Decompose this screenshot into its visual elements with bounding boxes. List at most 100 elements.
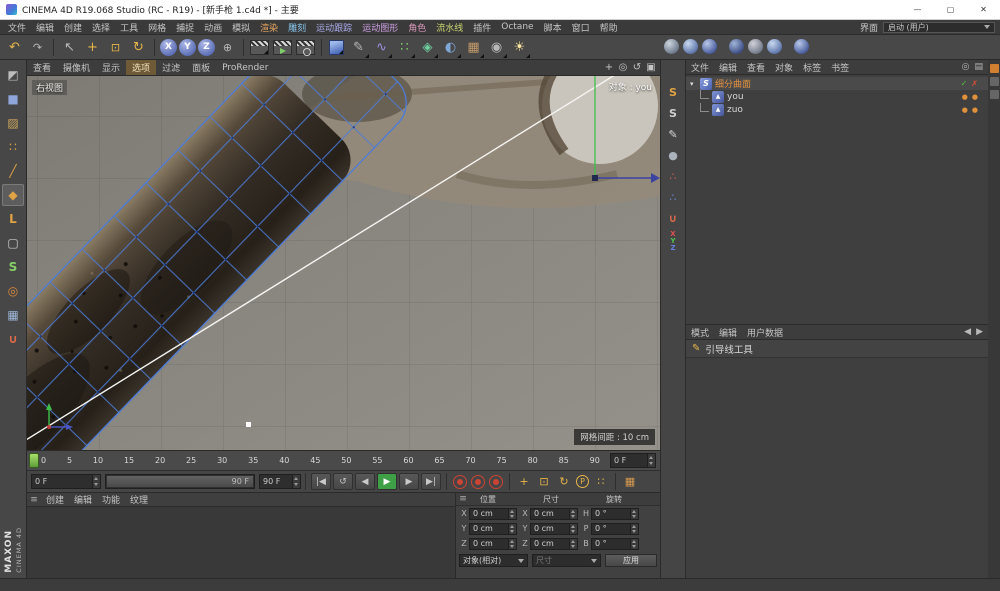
stepper-icon[interactable] <box>631 523 639 535</box>
lock-z-axis-button[interactable]: Z <box>198 39 215 56</box>
axis-lock-xyz-icon[interactable]: X Y Z <box>670 231 675 252</box>
am-menu-userdata[interactable]: 用户数据 <box>742 326 788 339</box>
move-tool-button[interactable]: + <box>82 37 103 58</box>
close-button[interactable]: ✕ <box>967 0 1000 20</box>
spline-pen-button[interactable]: ✎ <box>348 37 369 58</box>
enabled-check-icon[interactable]: ✓ <box>961 79 968 88</box>
visibility-dot-icon[interactable]: ● <box>962 106 968 114</box>
menu-plugins[interactable]: 插件 <box>468 21 496 34</box>
zoom-view-icon[interactable]: ◎ <box>616 62 630 73</box>
stepper-icon[interactable] <box>292 475 300 488</box>
object-row-you[interactable]: ▲ you ● ● <box>686 90 988 103</box>
enable-axis-button[interactable]: L <box>2 208 24 230</box>
goto-start-button[interactable]: |◀ <box>311 473 331 490</box>
object-row-zuo[interactable]: ▲ zuo ● ● <box>686 103 988 116</box>
autokey-button[interactable] <box>471 475 485 489</box>
polygons-mode-button[interactable]: ◆ <box>2 184 24 206</box>
menu-snap[interactable]: 捕捉 <box>171 21 199 34</box>
om-menu-edit[interactable]: 编辑 <box>714 61 742 74</box>
menu-create[interactable]: 创建 <box>59 21 87 34</box>
vp-menu-panel[interactable]: 面板 <box>186 60 216 75</box>
selected-point-handle[interactable] <box>246 422 251 427</box>
vp-menu-camera[interactable]: 摄像机 <box>57 60 96 75</box>
menu-pipeline[interactable]: 流水线 <box>431 21 468 34</box>
goto-end-button[interactable]: ▶| <box>421 473 441 490</box>
frame-range-handle[interactable]: 90 F <box>107 476 253 487</box>
om-menu-file[interactable]: 文件 <box>686 61 714 74</box>
timeline-playhead[interactable] <box>29 453 39 468</box>
om-menu-bookmarks[interactable]: 书签 <box>826 61 854 74</box>
timeline-ticks[interactable]: 0 5 10 15 20 25 30 35 40 45 50 55 60 65 … <box>27 451 610 470</box>
om-menu-view[interactable]: 查看 <box>742 61 770 74</box>
filter-icon[interactable]: ▤ <box>974 62 983 72</box>
stepper-icon[interactable] <box>631 508 639 520</box>
stepper-icon[interactable] <box>509 538 517 550</box>
active-tool-row[interactable]: ✎ 引导线工具 <box>686 340 988 358</box>
sim-sphere-icon[interactable] <box>702 39 717 54</box>
object-name[interactable]: zuo <box>727 105 743 115</box>
floor-button[interactable]: ▦ <box>463 37 484 58</box>
viewport-solo-button[interactable]: ▢ <box>2 232 24 254</box>
visibility-dot-icon[interactable]: ● <box>962 93 968 101</box>
menu-animate[interactable]: 动画 <box>199 21 227 34</box>
make-editable-button[interactable]: ◩ <box>2 64 24 86</box>
menu-tools[interactable]: 工具 <box>115 21 143 34</box>
position-z-field[interactable]: 0 cm <box>469 538 509 550</box>
viewport-3d-scene[interactable] <box>27 76 660 450</box>
viewport-canvas[interactable]: 右视图 对象 : you 网格间距 : 10 cm <box>27 76 660 450</box>
vp-menu-display[interactable]: 显示 <box>96 60 126 75</box>
menu-mesh[interactable]: 网格 <box>143 21 171 34</box>
size-x-field[interactable]: 0 cm <box>530 508 570 520</box>
panel-menu-icon[interactable]: ≡ <box>27 495 41 505</box>
menu-script[interactable]: 脚本 <box>539 21 567 34</box>
coordinate-mode-dropdown[interactable]: 对象(相对) <box>459 554 528 567</box>
vp-menu-prorender[interactable]: ProRender <box>216 62 274 74</box>
menu-select[interactable]: 选择 <box>87 21 115 34</box>
dynamics-balls-icon[interactable]: ∴ <box>663 167 683 186</box>
maximize-button[interactable]: ▢ <box>934 0 967 20</box>
lock-x-axis-button[interactable]: X <box>160 39 177 56</box>
size-z-field[interactable]: 0 cm <box>530 538 570 550</box>
menu-render[interactable]: 渲染 <box>255 21 283 34</box>
sphere-tool-icon[interactable]: ● <box>663 146 683 165</box>
lock-y-axis-button[interactable]: Y <box>179 39 196 56</box>
layout-dropdown[interactable]: 启动 (用户) <box>883 22 995 33</box>
menu-mograph[interactable]: 运动图形 <box>357 21 403 34</box>
rotation-h-field[interactable]: 0 ° <box>591 508 631 520</box>
mograph-button[interactable]: ∷ <box>394 37 415 58</box>
magnet-snap-button[interactable]: ∪ <box>2 328 24 350</box>
rotate-tool-button[interactable]: ↻ <box>128 37 149 58</box>
toggle-view-icon[interactable]: ▣ <box>644 62 658 73</box>
record-position-toggle[interactable]: + <box>515 473 533 490</box>
material-menu-function[interactable]: 功能 <box>97 493 125 506</box>
object-tree[interactable]: ▾ S 细分曲面 ✓ ✗ ▲ you ● ● ▲ zuo <box>686 75 988 325</box>
redo-button[interactable]: ↷ <box>27 37 48 58</box>
stepper-icon[interactable] <box>92 475 100 488</box>
vp-menu-options[interactable]: 选项 <box>126 60 156 75</box>
coordinate-system-button[interactable]: ⊕ <box>217 37 238 58</box>
size-mode-dropdown[interactable]: 尺寸 <box>532 554 601 567</box>
points-mode-button[interactable]: ∷ <box>2 136 24 158</box>
render-settings-button[interactable] <box>296 40 315 55</box>
material-list-area[interactable] <box>27 507 455 577</box>
sim-sphere-icon[interactable] <box>748 39 763 54</box>
disabled-cross-icon[interactable]: ✗ <box>971 79 978 88</box>
record-selection-button[interactable] <box>489 475 503 489</box>
menu-character[interactable]: 角色 <box>403 21 431 34</box>
history-forward-icon[interactable]: ▶ <box>976 327 983 337</box>
frame-range-slider[interactable]: 90 F <box>105 474 255 489</box>
position-x-field[interactable]: 0 cm <box>469 508 509 520</box>
om-menu-tags[interactable]: 标签 <box>798 61 826 74</box>
layers-tab-icon[interactable] <box>990 64 999 73</box>
model-mode-button[interactable]: ■ <box>2 88 24 110</box>
light-button[interactable]: ☀ <box>509 37 530 58</box>
texture-mode-button[interactable]: ▨ <box>2 112 24 134</box>
stepper-icon[interactable] <box>647 454 655 467</box>
vp-menu-filter[interactable]: 过滤 <box>156 60 186 75</box>
environment-button[interactable]: ◐ <box>440 37 461 58</box>
stepper-icon[interactable] <box>570 538 578 550</box>
am-menu-mode[interactable]: 模式 <box>686 326 714 339</box>
undo-button[interactable]: ↶ <box>4 37 25 58</box>
particles-balls-icon[interactable]: ∴ <box>663 188 683 207</box>
object-name[interactable]: you <box>727 92 744 102</box>
